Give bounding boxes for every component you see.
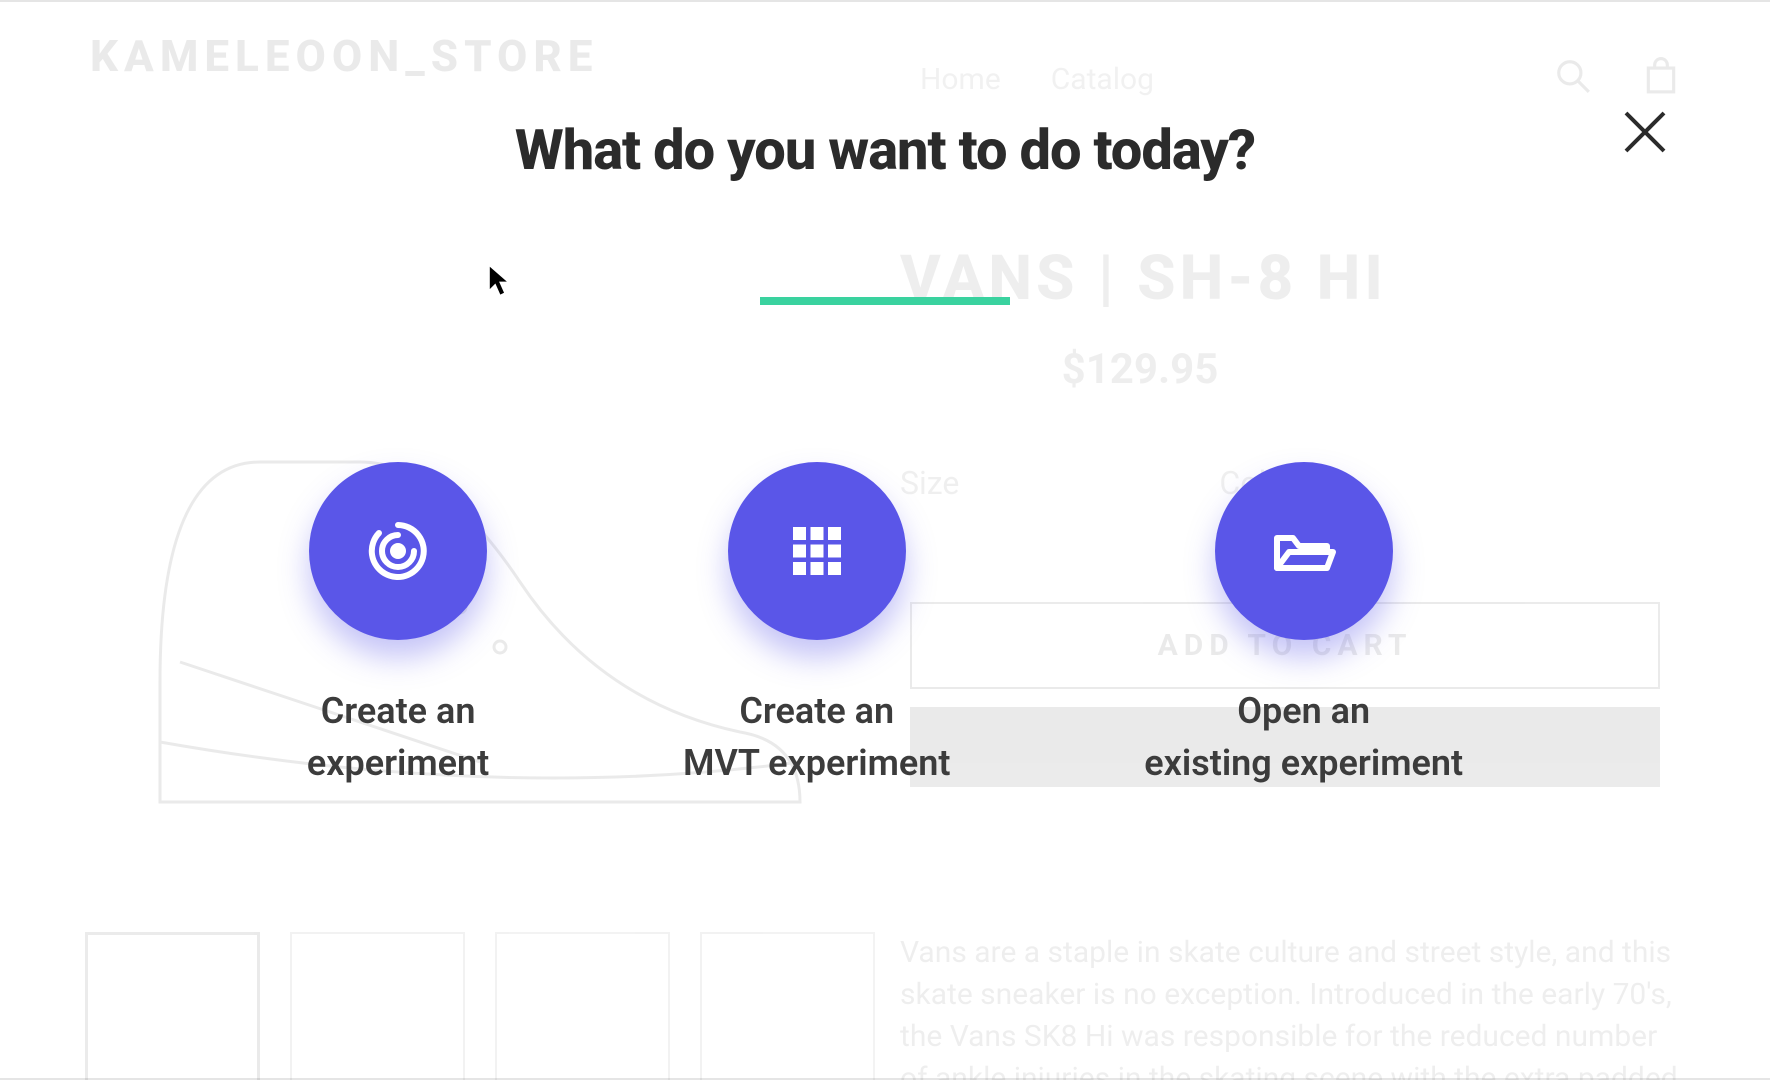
option-1-line1: Create an [739, 690, 894, 732]
option-create-mvt-experiment[interactable]: Create an MVT experiment [683, 462, 950, 789]
target-icon [309, 462, 487, 640]
option-2-line1: Open an [1237, 690, 1370, 732]
options-row: Create an experiment Create [0, 462, 1770, 789]
option-create-experiment[interactable]: Create an experiment [307, 462, 489, 789]
mouse-cursor [488, 264, 512, 298]
grid-icon [728, 462, 906, 640]
folder-open-icon [1215, 462, 1393, 640]
option-2-line2: existing experiment [1144, 742, 1463, 784]
option-0-line1: Create an [321, 690, 476, 732]
close-button[interactable] [1620, 107, 1670, 157]
option-open-existing-experiment[interactable]: Open an existing experiment [1144, 462, 1463, 789]
close-icon [1620, 107, 1670, 157]
option-0-line2: experiment [307, 742, 489, 784]
modal-overlay: What do you want to do today? Create an … [0, 2, 1770, 1078]
modal-title: What do you want to do today? [0, 117, 1770, 183]
option-1-line2: MVT experiment [683, 742, 950, 784]
progress-bar [760, 297, 1010, 305]
